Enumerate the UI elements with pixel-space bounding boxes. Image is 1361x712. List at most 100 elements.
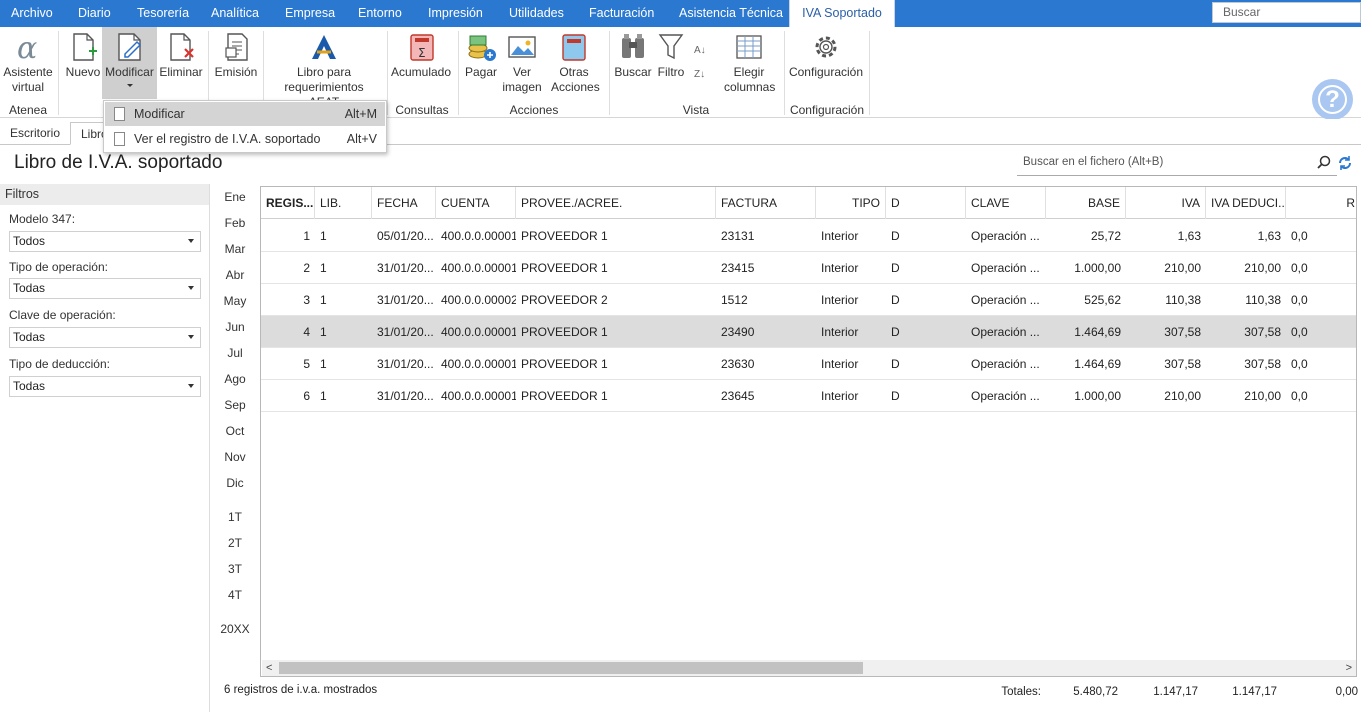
month-nov[interactable]: Nov [214, 450, 256, 464]
acumulado-button[interactable]: Σ Acumulado [389, 27, 453, 101]
menu-diario[interactable]: Diario [68, 0, 121, 27]
month-sep[interactable]: Sep [214, 398, 256, 412]
month-feb[interactable]: Feb [214, 216, 256, 230]
ver-imagen-button[interactable]: Ver imagen [501, 27, 543, 101]
quarter-2t[interactable]: 2T [214, 536, 256, 550]
menu-analitica[interactable]: Analítica [201, 0, 269, 27]
column-header-d[interactable]: D [886, 187, 966, 219]
sort-buttons: A↓ Z↓ [690, 27, 714, 87]
column-header-libro[interactable]: LIB. [315, 187, 372, 219]
table-row[interactable]: 5 1 31/01/20... 400.0.0.00001 PROVEEDOR 1 236… [261, 348, 1356, 380]
menu-utilidades[interactable]: Utilidades [499, 0, 574, 27]
dropdown-item-ver-registro[interactable]: Ver el registro de I.V.A. soportado Alt+… [105, 127, 385, 151]
filtro-button[interactable]: Filtro [653, 27, 689, 101]
filter-select-modelo-347[interactable]: Todos [9, 231, 201, 252]
horizontal-scrollbar[interactable]: < > [262, 660, 1356, 676]
year-selector[interactable]: 20XX [214, 622, 256, 636]
cell-base: 25,72 [1090, 229, 1121, 243]
menu-tesoreria[interactable]: Tesorería [127, 0, 199, 27]
configuracion-button[interactable]: Configuración [787, 27, 865, 101]
sort-descending-icon[interactable]: Z↓ [694, 67, 705, 82]
month-ago[interactable]: Ago [214, 372, 256, 386]
column-header-fecha[interactable]: FECHA [372, 187, 436, 219]
month-ene[interactable]: Ene [214, 190, 256, 204]
table-row[interactable]: 1 1 05/01/20... 400.0.0.00001 PROVEEDOR 1 231… [261, 220, 1356, 252]
column-header-base[interactable]: BASE [1046, 187, 1126, 219]
cell-proveedor: PROVEEDOR 2 [521, 293, 608, 307]
dropdown-item-modificar[interactable]: Modificar Alt+M [105, 102, 385, 126]
month-mar[interactable]: Mar [214, 242, 256, 256]
buscar-button[interactable]: Buscar [613, 27, 653, 101]
month-may[interactable]: May [214, 294, 256, 308]
emision-button[interactable]: Emisión [213, 27, 259, 101]
menu-impresion[interactable]: Impresión [418, 0, 493, 27]
cell-clave: Operación ... [971, 293, 1040, 307]
otras-acciones-button[interactable]: Otras Acciones [544, 27, 604, 101]
month-dic[interactable]: Dic [214, 476, 256, 490]
cell-r: 0,0 [1291, 261, 1308, 275]
scrollbar-thumb[interactable] [279, 662, 863, 674]
column-header-proveedor[interactable]: PROVEE./ACREE. [516, 187, 716, 219]
cell-fecha: 31/01/20... [377, 357, 434, 371]
menu-empresa[interactable]: Empresa [275, 0, 345, 27]
asistente-virtual-button[interactable]: α Asistente virtual [0, 27, 56, 101]
asistente-virtual-label: Asistente virtual [3, 65, 53, 94]
table-row[interactable]: 2 1 31/01/20... 400.0.0.00001 PROVEEDOR 1 234… [261, 252, 1356, 284]
filter-select-clave-operacion[interactable]: Todas [9, 327, 201, 348]
month-jun[interactable]: Jun [214, 320, 256, 334]
libro-requerimientos-aeat-button[interactable]: Libro para requerimientos AEAT [266, 27, 382, 109]
search-icon[interactable] [1317, 155, 1331, 169]
file-search-input[interactable]: Buscar en el fichero (Alt+B) [1017, 151, 1337, 176]
top-search-input[interactable]: Buscar [1212, 2, 1361, 23]
cell-tipo: Interior [821, 293, 859, 307]
column-header-registro[interactable]: REGIS... [261, 187, 315, 219]
document-icon [114, 107, 125, 121]
tab-escritorio[interactable]: Escritorio [0, 122, 70, 145]
scroll-right-icon[interactable]: > [1346, 660, 1352, 676]
quarter-1t[interactable]: 1T [214, 510, 256, 524]
table-row[interactable]: 4 1 31/01/20... 400.0.0.00001 PROVEEDOR 1 234… [261, 316, 1356, 348]
modificar-button[interactable]: Modificar [102, 27, 157, 99]
cell-cuenta: 400.0.0.00001 [441, 389, 516, 403]
cell-cuenta: 400.0.0.00001 [441, 229, 516, 243]
menu-facturacion[interactable]: Facturación [579, 0, 664, 27]
column-header-iva[interactable]: IVA [1126, 187, 1206, 219]
menu-iva-soportado[interactable]: IVA Soportado [789, 0, 895, 28]
menu-entorno[interactable]: Entorno [348, 0, 412, 27]
scroll-left-icon[interactable]: < [266, 660, 272, 676]
cell-iva: 110,38 [1165, 293, 1201, 307]
menu-archivo[interactable]: Archivo [1, 0, 63, 27]
column-header-r[interactable]: R [1286, 187, 1356, 219]
column-header-cuenta[interactable]: CUENTA [436, 187, 516, 219]
filter-select-tipo-deduccion[interactable]: Todas [9, 376, 201, 397]
menu-asistencia-tecnica[interactable]: Asistencia Técnica [669, 0, 793, 27]
cell-iva-deducible: 1,63 [1257, 229, 1281, 243]
column-header-clave[interactable]: CLAVE [966, 187, 1046, 219]
cell-fecha: 05/01/20... [377, 229, 434, 243]
sort-ascending-icon[interactable]: A↓ [694, 43, 706, 58]
column-header-iva-deducible[interactable]: IVA DEDUCI... [1206, 187, 1286, 219]
column-header-factura[interactable]: FACTURA [716, 187, 816, 219]
separator [458, 31, 459, 115]
cell-libro: 1 [320, 229, 327, 243]
column-header-tipo[interactable]: TIPO [816, 187, 886, 219]
pagar-button[interactable]: Pagar [462, 27, 500, 101]
table-row[interactable]: 3 1 31/01/20... 400.0.0.00002 PROVEEDOR 2 151… [261, 284, 1356, 316]
eliminar-button[interactable]: Eliminar [158, 27, 204, 101]
month-abr[interactable]: Abr [214, 268, 256, 282]
elegir-columnas-button[interactable]: Elegir columnas [718, 27, 780, 101]
quarter-4t[interactable]: 4T [214, 588, 256, 602]
quarter-3t[interactable]: 3T [214, 562, 256, 576]
month-oct[interactable]: Oct [214, 424, 256, 438]
month-jul[interactable]: Jul [214, 346, 256, 360]
total-iva-deducible: 1.147,17 [1232, 686, 1277, 698]
filter-select-tipo-operacion[interactable]: Todas [9, 278, 201, 299]
edit-document-icon [114, 32, 146, 62]
refresh-icon[interactable] [1337, 155, 1353, 171]
cell-iva: 210,00 [1164, 261, 1201, 275]
cell-fecha: 31/01/20... [377, 293, 434, 307]
nuevo-button[interactable]: Nuevo [63, 27, 103, 101]
image-icon [506, 32, 538, 62]
table-row[interactable]: 6 1 31/01/20... 400.0.0.00001 PROVEEDOR 1 236… [261, 380, 1356, 412]
help-button[interactable]: ? [1312, 79, 1353, 120]
